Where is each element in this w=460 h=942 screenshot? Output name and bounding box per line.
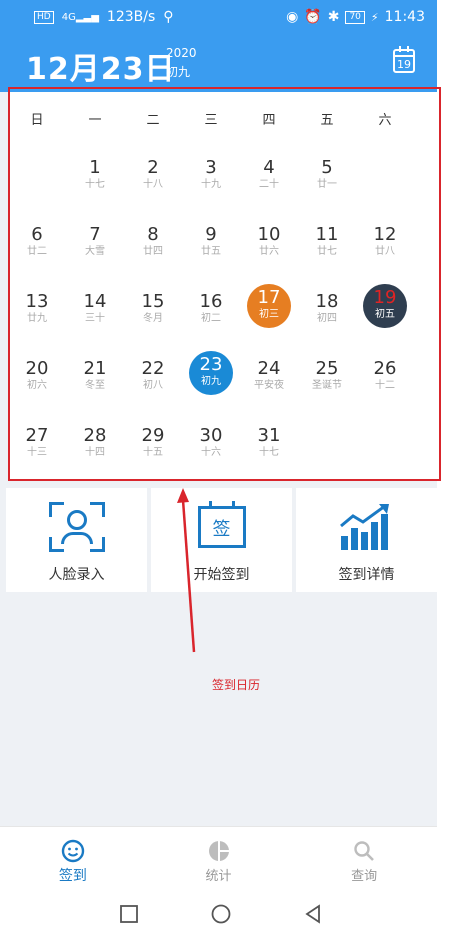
annotation-arrow (177, 488, 196, 653)
annotation-label: 签到日历 (212, 678, 261, 692)
